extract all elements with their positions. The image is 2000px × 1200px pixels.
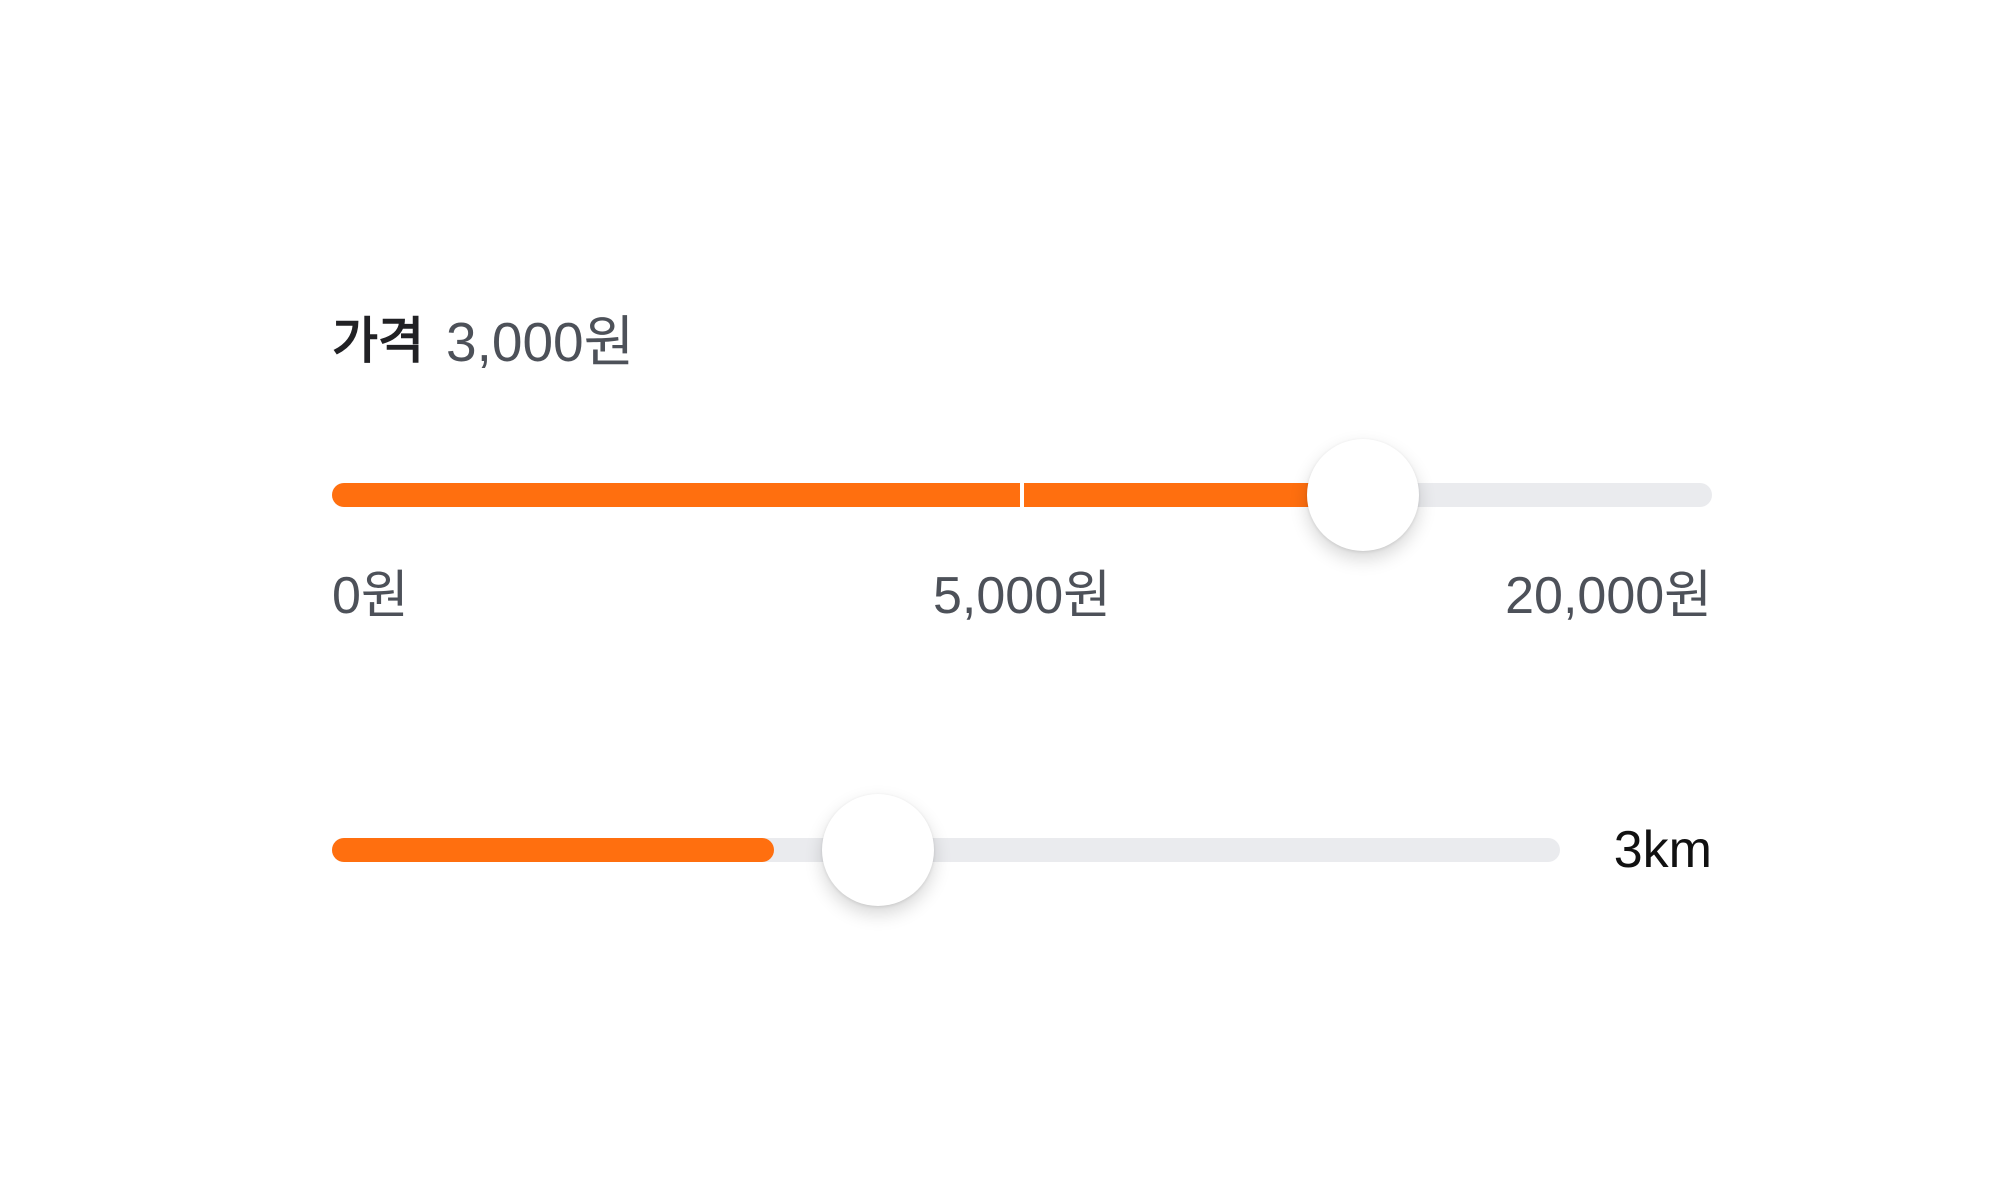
price-min-label: 0원 bbox=[332, 567, 409, 625]
price-slider-thumb[interactable] bbox=[1307, 439, 1419, 551]
price-slider-track[interactable] bbox=[332, 483, 1712, 507]
price-header: 가격 3,000원 bbox=[332, 302, 634, 373]
price-mid-label: 5,000원 bbox=[933, 567, 1111, 625]
price-max-label: 20,000원 bbox=[1505, 567, 1712, 625]
price-current-value: 3,000원 bbox=[446, 311, 635, 373]
distance-value: 3km bbox=[1613, 821, 1712, 879]
distance-slider-thumb[interactable] bbox=[822, 794, 934, 906]
price-slider-fill bbox=[332, 483, 1361, 507]
distance-slider-track[interactable] bbox=[332, 838, 1560, 862]
distance-slider-fill bbox=[332, 838, 775, 862]
price-title: 가격 bbox=[332, 312, 424, 370]
price-slider-step-divider bbox=[1020, 483, 1024, 507]
